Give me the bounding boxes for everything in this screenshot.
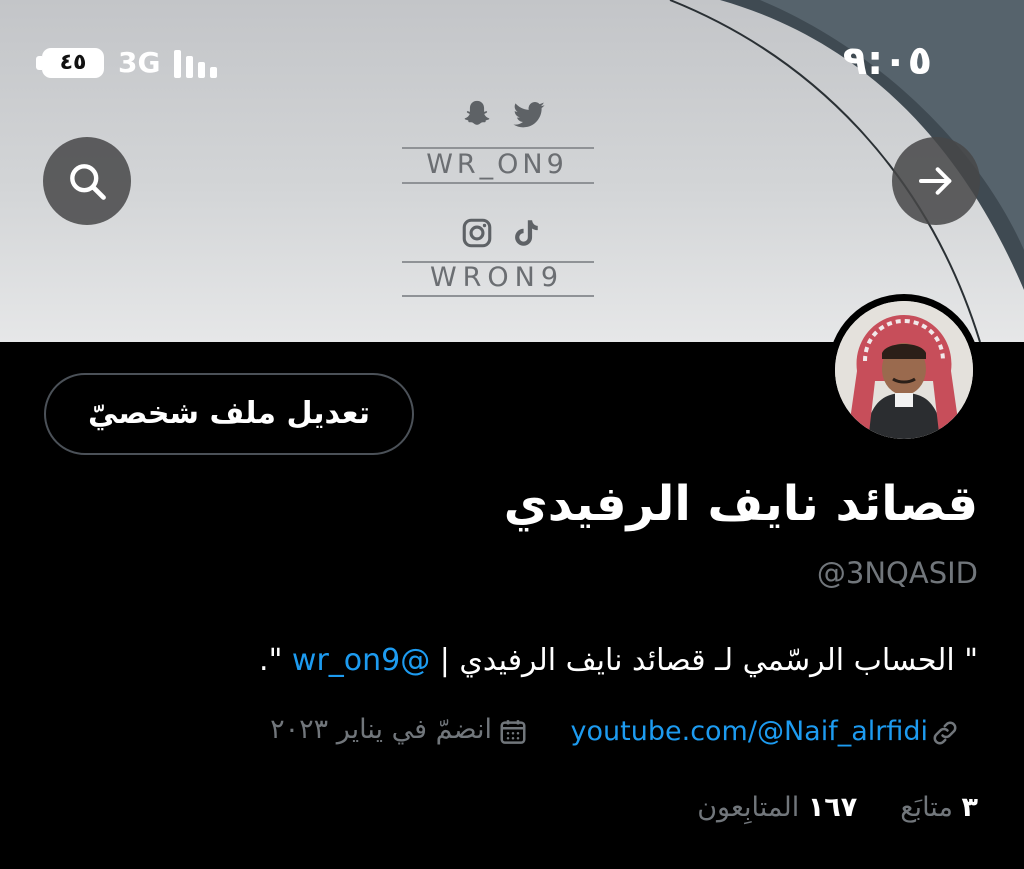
back-button[interactable] — [892, 137, 980, 225]
link-icon — [933, 721, 957, 745]
edit-profile-button[interactable]: تعديل ملف شخصيّ — [44, 373, 414, 455]
bio-end: ". — [259, 643, 292, 678]
followers-label: المتابِعون — [697, 792, 800, 823]
search-button[interactable] — [43, 137, 131, 225]
instagram-icon — [462, 218, 492, 248]
search-icon — [70, 164, 106, 200]
battery-indicator: ٤٥ — [42, 48, 104, 78]
watermark-divider — [402, 295, 594, 297]
bio-mention-link[interactable]: @wr_on9 — [292, 643, 430, 678]
profile-handle: @3NQASID — [816, 556, 978, 590]
watermark-icons-bottom — [460, 216, 542, 250]
profile-bio: " الحساب الرسّمي لـ قصائد نايف الرفيدي |… — [259, 643, 978, 678]
followers-stat[interactable]: ١٦٧ المتابِعون — [697, 792, 857, 823]
avatar[interactable] — [828, 294, 980, 446]
status-bar: ٤٥ 3G ٩:٠٥ — [0, 0, 1024, 120]
arrow-right-icon — [919, 167, 952, 195]
followers-count: ١٦٧ — [807, 792, 858, 823]
avatar-photo — [835, 301, 973, 439]
following-label: متابَع — [900, 792, 953, 823]
calendar-icon — [500, 720, 526, 744]
watermark-top-text: WR_ON9 — [426, 149, 568, 180]
signal-icon — [174, 50, 217, 78]
following-count: ٣ — [961, 792, 978, 823]
clock: ٩:٠٥ — [842, 38, 932, 84]
network-type: 3G — [118, 46, 161, 79]
website-link[interactable]: youtube.com/@Naif_alrfidi — [571, 716, 928, 747]
avatar-portrait — [835, 301, 973, 439]
tiktok-icon — [515, 220, 538, 246]
profile-stats: ٣ متابَع ١٦٧ المتابِعون — [697, 792, 978, 823]
watermark-bottom-text: WRON9 — [429, 262, 565, 293]
bio-text: " الحساب الرسّمي لـ قصائد نايف الرفيدي | — [430, 643, 978, 678]
profile-name: قصائد نايف الرفيدي — [503, 476, 978, 532]
joined-date: انضمّ في يناير ٢٠٢٣ — [270, 714, 492, 745]
watermark-divider — [402, 182, 594, 184]
following-stat[interactable]: ٣ متابَع — [900, 792, 978, 823]
